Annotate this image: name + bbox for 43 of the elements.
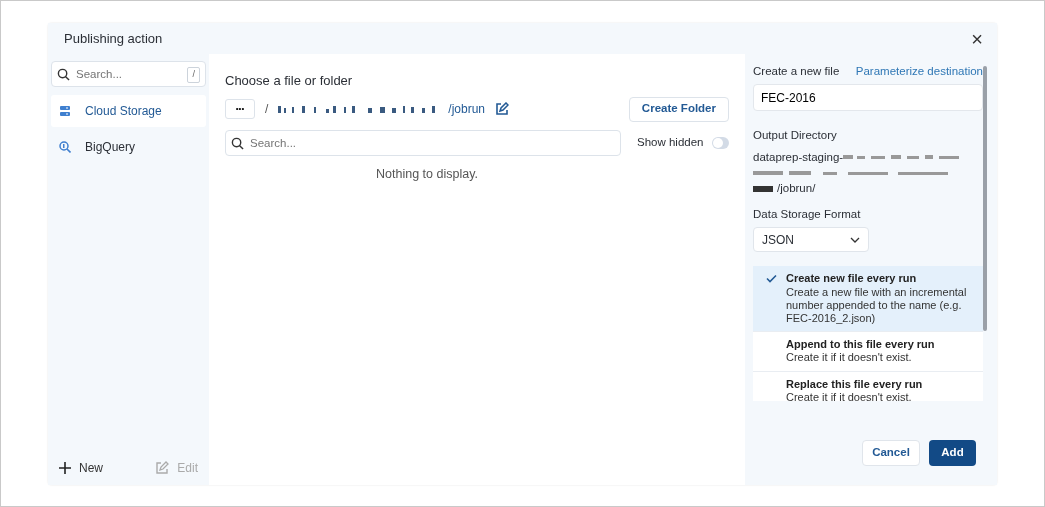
option-title: Append to this file every run — [786, 338, 936, 352]
scrollbar[interactable] — [983, 66, 987, 331]
empty-message: Nothing to display. — [376, 166, 478, 181]
field-label: Output Directory — [753, 128, 838, 144]
cancel-button[interactable]: Cancel — [862, 440, 920, 466]
magnifier-icon — [59, 141, 71, 153]
option-title: Create new file every run — [786, 272, 918, 286]
redacted-text-drawing — [753, 185, 773, 194]
parameterize-link[interactable]: Parameterize destination — [855, 63, 983, 81]
folder-link[interactable]: /jobrun — [448, 100, 486, 118]
add-button[interactable]: Add — [929, 440, 976, 466]
option-item[interactable]: Replace this file every run Create it if it doesn't exist. — [753, 371, 983, 401]
edit-icon[interactable] — [495, 102, 510, 116]
chevron-down-icon — [850, 236, 860, 243]
field-label: Create a new file — [753, 64, 840, 79]
option-item[interactable]: Create new file every run Create a new file with an incremental number appended to the name (e.g. FEC-2016_2.json) — [753, 266, 983, 333]
section-heading: Choose a file or folder — [225, 72, 354, 90]
option-title: Replace this file every run — [786, 377, 924, 391]
check-icon — [766, 274, 777, 284]
option-item[interactable]: Append to this file every run Create it if it doesn't exist. — [753, 332, 983, 372]
option-description: Create a new file with an incremental number appended to the name (e.g. FEC-2016_2.json) — [786, 285, 968, 326]
path-separator: / — [265, 101, 269, 118]
option-description: Create it if it doesn't exist. — [786, 351, 913, 365]
toggle-label: Show hidden — [637, 134, 704, 150]
storage-icon — [59, 105, 71, 117]
file-name-field[interactable]: FEC-2016 — [753, 84, 983, 112]
edit-icon — [155, 461, 170, 475]
shortcut-key: / — [187, 67, 200, 83]
dialog-title: Publishing action — [64, 29, 163, 48]
more-button[interactable]: ••• — [225, 99, 255, 119]
plus-icon — [59, 462, 71, 474]
sidebar-item[interactable]: BigQuery — [51, 131, 206, 163]
format-dropdown[interactable]: JSON — [753, 227, 869, 253]
field-label: Data Storage Format — [753, 207, 862, 223]
toggle-switch[interactable] — [711, 136, 729, 149]
option-description: Create it if it doesn't exist. — [786, 390, 913, 401]
search-field[interactable]: Search... — [225, 129, 621, 156]
close-button[interactable]: × — [971, 28, 983, 49]
directory-text: /jobrun/ — [777, 181, 816, 197]
new-button[interactable]: New — [59, 459, 103, 477]
sidebar-item[interactable]: Cloud Storage — [51, 95, 206, 127]
directory-text: dataprep-staging- — [753, 149, 844, 165]
create-folder-button[interactable]: Create Folder — [628, 96, 729, 122]
